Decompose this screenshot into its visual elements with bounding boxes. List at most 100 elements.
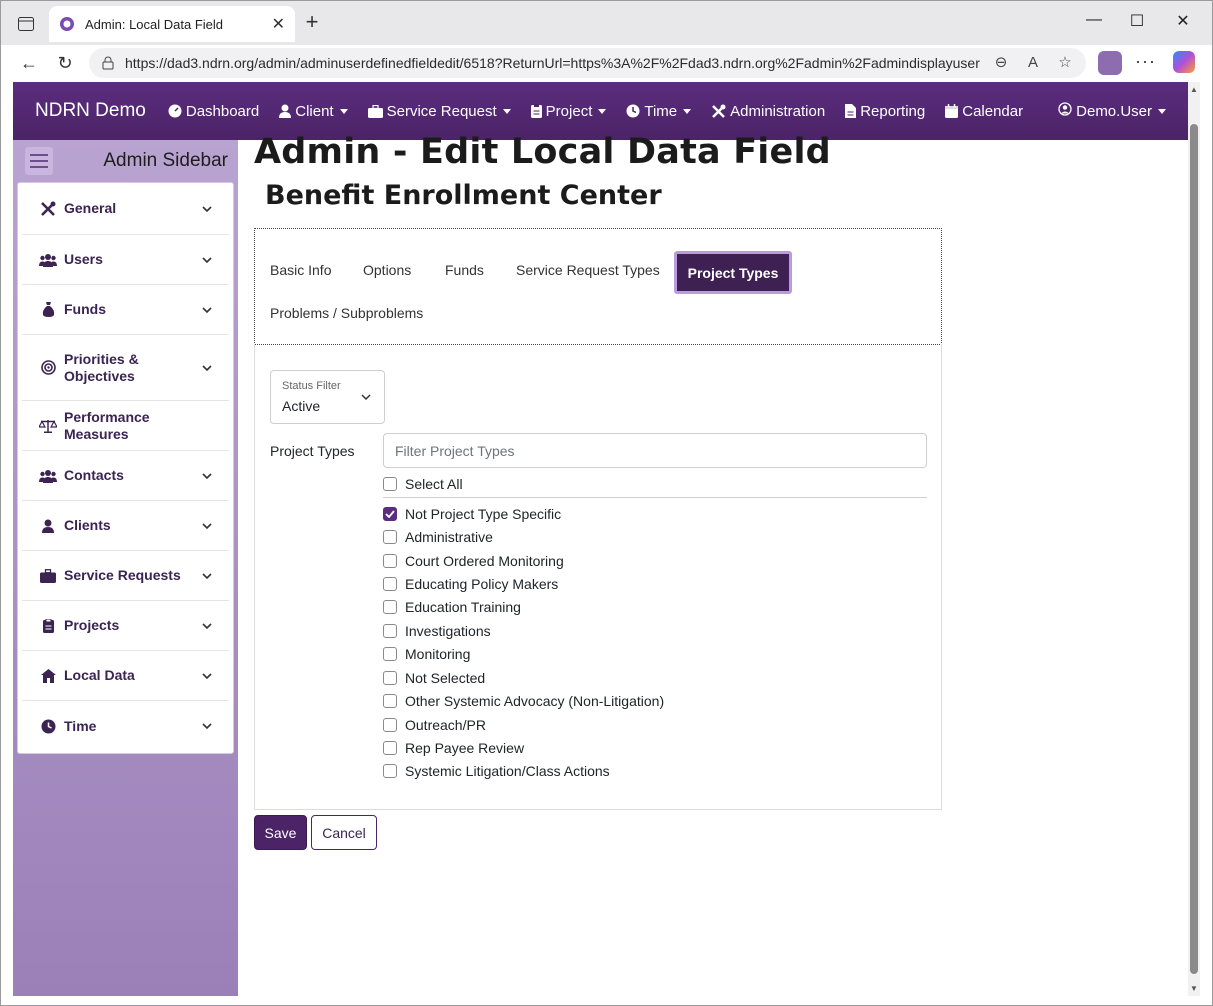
checkbox-box[interactable] [383,671,397,685]
checkbox-label: Rep Payee Review [405,740,525,756]
checkbox-label: Administrative [405,529,493,545]
project-type-option[interactable]: Not Selected [383,668,485,688]
project-type-option[interactable]: Investigations [383,621,491,641]
clipboard-icon [38,616,58,636]
filter-project-types-input[interactable] [383,433,927,468]
tab-options[interactable]: Options [363,262,411,278]
nav-service-request[interactable]: Service Request [367,102,511,120]
sidebar-item-label: Local Data [64,667,135,683]
sidebar-item-projects[interactable]: Projects [22,601,229,651]
checkbox-box[interactable] [383,647,397,661]
read-aloud-icon[interactable]: A [1022,52,1044,74]
checkbox-box[interactable] [383,694,397,708]
checkbox-box[interactable] [383,624,397,638]
project-type-option[interactable]: Administrative [383,527,493,547]
checkbox-box[interactable] [383,741,397,755]
project-type-option[interactable]: Court Ordered Monitoring [383,551,564,571]
scroll-down-icon[interactable]: ▼ [1188,984,1200,993]
tab-problems-subproblems[interactable]: Problems / Subproblems [270,305,423,321]
nav-reporting[interactable]: Reporting [845,103,925,120]
nav-service-request-label: Service Request [386,102,497,120]
copilot-icon[interactable] [1173,51,1195,73]
user-menu[interactable]: Demo.User [1058,82,1166,140]
checkbox-box[interactable] [383,577,397,591]
checkbox-box[interactable] [383,554,397,568]
checkbox-box[interactable] [383,764,397,778]
browser-tab[interactable]: Admin: Local Data Field ✕ [49,6,295,42]
cancel-button[interactable]: Cancel [311,815,377,850]
back-icon[interactable]: ← [17,51,41,75]
nav-calendar[interactable]: Calendar [945,103,1023,120]
project-type-option[interactable]: Monitoring [383,644,470,664]
status-filter-select[interactable]: Status Filter Active [270,370,385,424]
refresh-icon[interactable]: ↻ [53,51,77,75]
tab-actions-icon[interactable] [15,13,37,35]
nav-administration-label: Administration [730,102,826,120]
checkbox-box[interactable] [383,600,397,614]
checkbox-label: Systemic Litigation/Class Actions [405,763,610,779]
window-close-icon[interactable]: ✕ [1173,11,1193,31]
sidebar-menu: General Users Funds Priorities & Objecti… [17,182,234,754]
page-subtitle: Benefit Enrollment Center [265,180,662,211]
checkbox-label: Not Project Type Specific [405,506,562,522]
project-type-option[interactable]: Other Systemic Advocacy (Non-Litigation) [383,691,664,711]
minimize-icon[interactable]: — [1084,11,1104,29]
favorite-star-icon[interactable]: ☆ [1054,52,1076,74]
sidebar-item-priorities[interactable]: Priorities & Objectives [22,335,229,401]
sidebar-item-clients[interactable]: Clients [22,501,229,551]
brand-link[interactable]: NDRN Demo [35,100,146,122]
app-viewport: NDRN Demo Dashboard Client Service Reque… [13,82,1188,996]
chevron-down-icon [201,670,213,682]
sidebar-item-contacts[interactable]: Contacts [22,451,229,501]
page-scrollbar[interactable]: ▲ ▼ [1188,82,1200,996]
clipboard-icon [530,104,542,118]
checkbox-box[interactable] [383,530,397,544]
select-all-checkbox[interactable]: Select All [383,474,463,494]
project-type-option[interactable]: Educating Policy Makers [383,574,558,594]
hamburger-menu-icon[interactable] [25,147,53,175]
checkbox-checked[interactable] [383,507,397,521]
tab-project-types[interactable]: Project Types [674,251,792,294]
nav-dashboard[interactable]: Dashboard [168,103,259,120]
zoom-icon[interactable]: ⊖ [990,52,1012,74]
site-info-icon[interactable] [99,54,117,72]
new-tab-button[interactable]: + [301,11,323,33]
tab-basic-info[interactable]: Basic Info [270,262,331,278]
sidebar-item-funds[interactable]: Funds [22,285,229,335]
sidebar-item-service-requests[interactable]: Service Requests [22,551,229,601]
chevron-down-icon [1158,108,1166,114]
nav-project[interactable]: Project [530,103,607,120]
sidebar-item-general[interactable]: General [22,183,229,235]
nav-time[interactable]: Time [626,103,692,120]
money-bag-icon [38,300,58,320]
more-options-icon[interactable]: ··· [1135,51,1156,72]
browser-window: Admin: Local Data Field ✕ + — ☐ ✕ ← ↻ ht… [0,0,1213,1006]
profile-avatar[interactable] [1098,51,1122,75]
project-type-option[interactable]: Not Project Type Specific [383,504,561,524]
tab-funds[interactable]: Funds [445,262,484,278]
checkbox-box[interactable] [383,718,397,732]
tab-service-request-types[interactable]: Service Request Types [516,262,660,278]
sidebar-item-label: Service Requests [64,567,181,583]
sidebar-item-users[interactable]: Users [22,235,229,285]
project-type-option[interactable]: Education Training [383,597,521,617]
document-icon [845,104,857,118]
checkbox-label: Other Systemic Advocacy (Non-Litigation) [405,693,665,709]
sidebar-item-local-data[interactable]: Local Data [22,651,229,701]
project-type-option[interactable]: Rep Payee Review [383,738,524,758]
tab-close-icon[interactable]: ✕ [272,14,285,34]
scrollbar-thumb[interactable] [1190,124,1198,974]
address-bar[interactable]: https://dad3.ndrn.org/admin/adminuserdef… [89,48,1086,78]
checkbox-label: Outreach/PR [405,717,486,733]
maximize-icon[interactable]: ☐ [1127,11,1147,31]
checkbox-box[interactable] [383,477,397,491]
sidebar-item-time[interactable]: Time [22,701,229,751]
save-button[interactable]: Save [254,815,307,850]
sidebar-item-performance-measures[interactable]: Performance Measures [22,401,229,451]
nav-client[interactable]: Client [279,103,348,120]
nav-administration[interactable]: Administration [711,103,825,120]
project-type-option[interactable]: Outreach/PR [383,715,486,735]
scroll-up-icon[interactable]: ▲ [1188,85,1200,94]
checkbox-label: Educating Policy Makers [405,576,559,592]
project-type-option[interactable]: Systemic Litigation/Class Actions [383,761,610,781]
